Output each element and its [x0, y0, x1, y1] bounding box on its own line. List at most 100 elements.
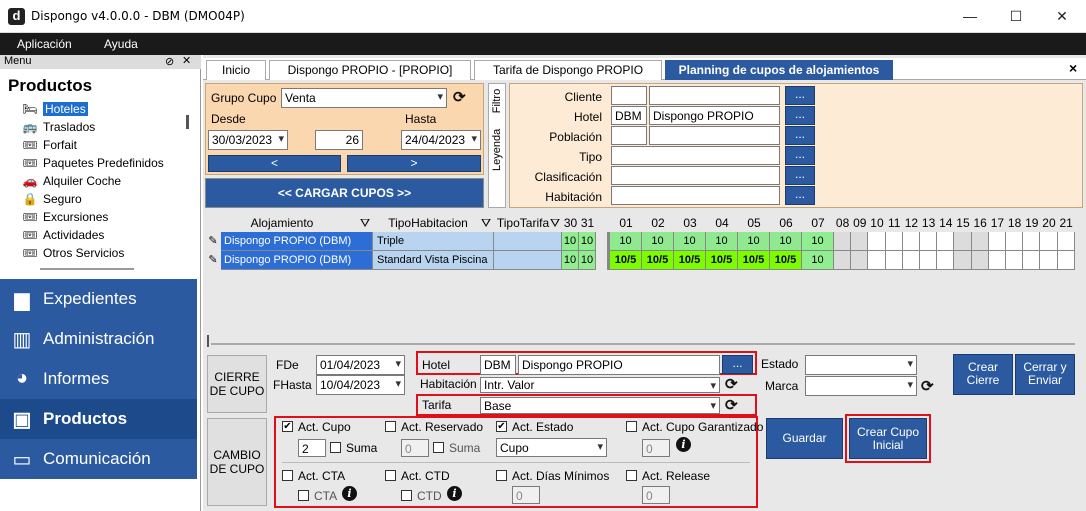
filtro-code-input[interactable]	[611, 86, 647, 105]
minimize-button[interactable]: —	[947, 0, 993, 33]
cerrar-enviar-button[interactable]: Cerrar y Enviar	[1015, 354, 1075, 395]
col-tipotarifa[interactable]: TipoTarifa	[495, 213, 551, 233]
cierre-tarifa-select[interactable]: Base	[480, 397, 720, 414]
day-cell[interactable]: 10	[562, 251, 579, 270]
filtro-name-input[interactable]	[649, 86, 780, 105]
grupo-select[interactable]: Venta	[281, 88, 447, 108]
fhasta-date[interactable]: 10/04/2023	[316, 375, 405, 395]
filter-icon[interactable]: ⛛	[478, 213, 494, 233]
pin-icon[interactable]: ⊘	[165, 55, 174, 68]
ctd-info-icon[interactable]: i	[447, 486, 462, 501]
filtro-name-input[interactable]: Dispongo PROPIO	[649, 106, 780, 125]
guardar-button[interactable]: Guardar	[766, 418, 843, 459]
refresh-icon[interactable]: ⟳	[453, 88, 466, 106]
close-tab-icon[interactable]: ×	[1069, 60, 1077, 76]
cierre-hotel-name[interactable]: Dispongo PROPIO	[518, 355, 720, 375]
filtro-lookup-button[interactable]: ...	[785, 106, 815, 125]
day-cell[interactable]: 10/5	[642, 251, 674, 270]
tab-filtro[interactable]: Filtro	[491, 88, 503, 114]
day-cell[interactable]	[868, 251, 886, 270]
filtro-input[interactable]	[611, 186, 780, 205]
grid-hscrollbar[interactable]	[211, 343, 1075, 345]
filtro-code-input[interactable]: DBM	[611, 106, 647, 125]
day-cell[interactable]	[1040, 251, 1058, 270]
day-cell[interactable]	[937, 251, 955, 270]
sidebar-item-alquiler-coche[interactable]: 🚗 Alquiler Coche	[22, 172, 122, 190]
list-hscrollbar[interactable]	[40, 268, 134, 270]
nav-administración[interactable]: ▥ Administración	[0, 319, 197, 359]
cupo-value-input[interactable]: 2	[298, 439, 326, 457]
filtro-lookup-button[interactable]: ...	[785, 146, 815, 165]
nav-informes[interactable]: ◕ Informes	[0, 359, 197, 399]
cell-tipotarifa[interactable]	[494, 251, 562, 270]
day-cell[interactable]	[1057, 232, 1075, 251]
sidebar-item-paquetes-predefinidos[interactable]: 🎟 Paquetes Predefinidos	[22, 154, 163, 172]
dias-minimos-input[interactable]: 0	[512, 486, 540, 504]
day-cell[interactable]	[851, 251, 869, 270]
day-cell[interactable]	[920, 251, 938, 270]
day-cell[interactable]: 10/5	[674, 251, 706, 270]
suma-reservado-checkbox[interactable]	[433, 442, 444, 453]
filtro-lookup-button[interactable]: ...	[785, 86, 815, 105]
day-cell[interactable]	[1006, 251, 1024, 270]
estado-select[interactable]	[805, 355, 917, 375]
filtro-name-input[interactable]	[649, 126, 780, 145]
day-cell[interactable]: 10/5	[610, 251, 642, 270]
row-edit-icon[interactable]: ✎	[205, 251, 221, 270]
day-cell[interactable]	[954, 232, 972, 251]
release-input[interactable]: 0	[642, 486, 670, 504]
day-cell[interactable]	[1057, 251, 1075, 270]
fde-date[interactable]: 01/04/2023	[316, 355, 405, 375]
day-cell[interactable]	[971, 251, 989, 270]
tarifa-refresh-icon[interactable]: ⟳	[725, 396, 738, 414]
day-cell[interactable]	[988, 251, 1006, 270]
sidebar-item-seguro[interactable]: 🔒 Seguro	[22, 190, 82, 208]
day-cell[interactable]	[1023, 232, 1041, 251]
day-cell[interactable]	[885, 232, 903, 251]
marca-refresh-icon[interactable]: ⟳	[921, 377, 934, 395]
act-cupo-checkbox[interactable]: ✔	[282, 421, 293, 432]
sidebar-item-actividades[interactable]: 🎟 Actividades	[22, 226, 104, 244]
ctd-checkbox[interactable]	[401, 490, 412, 501]
day-cell[interactable]	[1023, 251, 1041, 270]
habitacion-refresh-icon[interactable]: ⟳	[725, 375, 738, 393]
cell-tipohab[interactable]: Triple	[373, 232, 494, 251]
sidebar-item-hoteles[interactable]: 🛏 Hoteles	[22, 100, 88, 118]
col-tipohabitacion[interactable]: TipoHabitacion	[376, 213, 480, 233]
cell-alojamiento[interactable]: Dispongo PROPIO (DBM)	[221, 251, 373, 270]
filter-icon[interactable]: ⛛	[548, 213, 562, 233]
nav-productos[interactable]: ▣ Productos	[0, 399, 197, 439]
sidebar-item-traslados[interactable]: 🚌 Traslados	[22, 118, 96, 136]
prev-button[interactable]: <	[208, 155, 341, 172]
cell-tipotarifa[interactable]	[494, 232, 562, 251]
grid-hscroll-left[interactable]	[207, 335, 209, 347]
reservado-value-input[interactable]: 0	[401, 439, 429, 457]
filter-icon[interactable]: ⛛	[357, 213, 373, 233]
act-cta-checkbox[interactable]	[282, 470, 293, 481]
day-cell[interactable]	[937, 232, 955, 251]
day-cell[interactable]	[834, 232, 852, 251]
cell-alojamiento[interactable]: Dispongo PROPIO (DBM)	[221, 232, 373, 251]
day-cell[interactable]: 10	[738, 232, 770, 251]
sidebar-item-otros-servicios[interactable]: 🎟 Otros Servicios	[22, 244, 124, 262]
day-cell[interactable]: 10	[579, 232, 596, 251]
crear-cupo-inicial-button[interactable]: Crear Cupo Inicial	[849, 418, 927, 459]
list-scrollbar[interactable]	[186, 115, 189, 129]
act-estado-checkbox[interactable]: ✔	[496, 421, 507, 432]
day-cell[interactable]	[971, 232, 989, 251]
garantizado-value-input[interactable]: 0	[642, 439, 670, 457]
cta-info-icon[interactable]: i	[342, 486, 357, 501]
cargar-cupos-button[interactable]: << CARGAR CUPOS >>	[205, 178, 484, 208]
day-cell[interactable]	[920, 232, 938, 251]
day-cell[interactable]	[902, 232, 920, 251]
nav-comunicación[interactable]: ▭ Comunicación	[0, 439, 197, 479]
day-cell[interactable]	[954, 251, 972, 270]
day-cell[interactable]	[868, 232, 886, 251]
sidebar-item-forfait[interactable]: 🎟 Forfait	[22, 136, 77, 154]
act-release-checkbox[interactable]	[626, 470, 637, 481]
act-cupo-garantizado-checkbox[interactable]	[626, 421, 637, 432]
cierre-habitacion-select[interactable]: Intr. Valor	[480, 377, 720, 393]
desde-date[interactable]: 30/03/2023	[208, 130, 288, 150]
info-icon[interactable]: i	[676, 437, 691, 452]
day-cell[interactable]: 10	[674, 232, 706, 251]
